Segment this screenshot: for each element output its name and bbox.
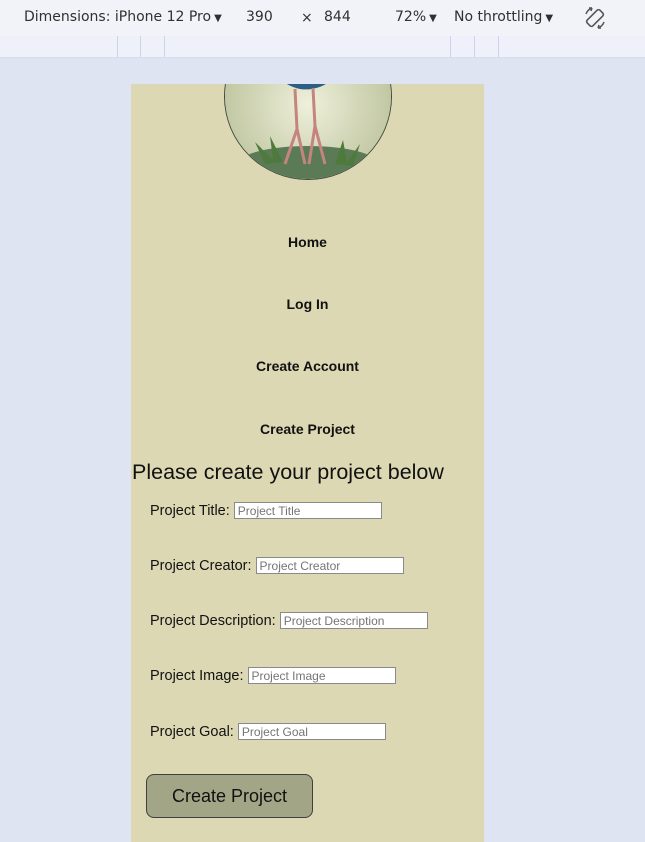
- device-dropdown[interactable]: Dimensions: iPhone 12 Pro ▼: [24, 9, 222, 25]
- nav-create-project-link[interactable]: Create Project: [131, 421, 484, 437]
- project-title-input[interactable]: [233, 502, 382, 519]
- chevron-down-icon: ▼: [545, 13, 554, 24]
- ruler-tick: [450, 36, 451, 57]
- rotate-icon[interactable]: [582, 5, 608, 35]
- ruler-tick: [498, 36, 499, 57]
- ruler-tick: [117, 36, 118, 57]
- device-viewport: Home Log In Create Account Create Projec…: [131, 84, 484, 842]
- width-input[interactable]: 390: [246, 9, 273, 25]
- project-title-row: Project Title:: [150, 502, 382, 519]
- nav-login-link[interactable]: Log In: [131, 296, 484, 312]
- media-query-ruler: [0, 36, 645, 58]
- project-creator-input[interactable]: [255, 557, 404, 574]
- project-image-label: Project Image:: [150, 667, 244, 684]
- logo-bird-image: [224, 84, 392, 180]
- ruler-tick: [140, 36, 141, 57]
- zoom-label: 72%: [395, 9, 427, 25]
- ruler-tick: [474, 36, 475, 57]
- times-icon: ×: [301, 10, 313, 26]
- devtools-device-toolbar: Dimensions: iPhone 12 Pro ▼ 390 × 844 72%…: [0, 0, 645, 37]
- throttling-dropdown[interactable]: No throttling ▼: [454, 9, 553, 25]
- project-image-input[interactable]: [247, 667, 396, 684]
- project-goal-label: Project Goal:: [150, 723, 234, 740]
- form-heading: Please create your project below: [132, 460, 444, 484]
- create-project-button[interactable]: Create Project: [146, 774, 313, 818]
- device-label: Dimensions: iPhone 12 Pro: [24, 9, 212, 25]
- project-description-label: Project Description:: [150, 612, 276, 629]
- project-description-row: Project Description:: [150, 612, 428, 629]
- zoom-dropdown[interactable]: 72% ▼: [395, 9, 437, 25]
- height-input[interactable]: 844: [324, 9, 351, 25]
- ruler-tick: [164, 36, 165, 57]
- project-goal-input[interactable]: [237, 723, 386, 740]
- project-creator-row: Project Creator:: [150, 557, 404, 574]
- throttling-label: No throttling: [454, 9, 543, 25]
- project-title-label: Project Title:: [150, 502, 230, 519]
- nav-create-account-link[interactable]: Create Account: [131, 358, 484, 374]
- nav-home-link[interactable]: Home: [131, 234, 484, 250]
- chevron-down-icon: ▼: [214, 13, 222, 24]
- project-goal-row: Project Goal:: [150, 723, 386, 740]
- project-image-row: Project Image:: [150, 667, 396, 684]
- project-description-input[interactable]: [279, 612, 428, 629]
- chevron-down-icon: ▼: [429, 13, 437, 24]
- project-creator-label: Project Creator:: [150, 557, 252, 574]
